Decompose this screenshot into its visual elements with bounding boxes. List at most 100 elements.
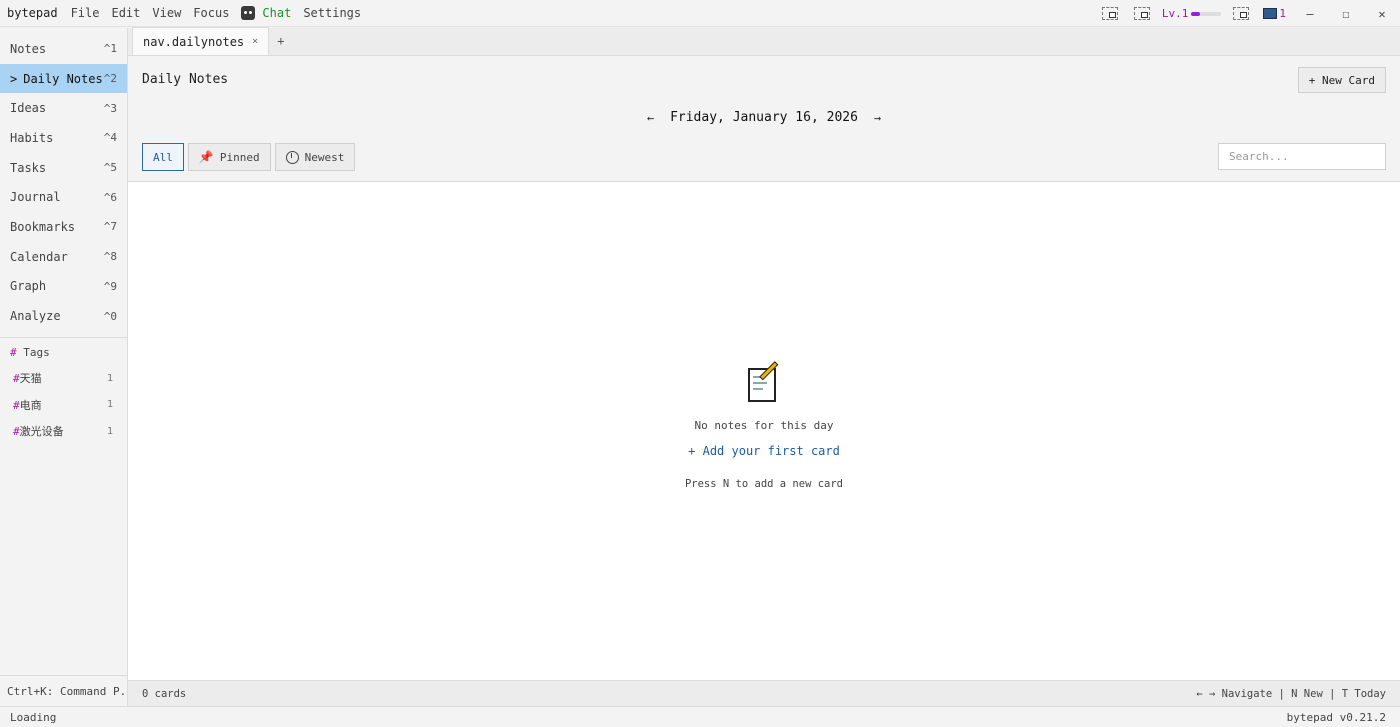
sidebar-item-habits[interactable]: Habits ^4 — [0, 123, 127, 153]
sidebar-item-label: Notes — [10, 41, 47, 56]
monitor-badge[interactable]: 1 — [1263, 7, 1286, 20]
main-panel: nav.dailynotes × + Daily Notes + New Car… — [128, 27, 1400, 706]
sidebar-item-label: Calendar — [10, 249, 68, 264]
menu-chat-label: Chat — [262, 6, 292, 20]
menu-view[interactable]: View — [146, 6, 187, 20]
sidebar-item-label: Daily Notes — [23, 71, 103, 86]
sidebar-item-journal[interactable]: Journal ^6 — [0, 182, 127, 212]
tag-name: 激光设备 — [19, 425, 64, 439]
sidebar-item-shortcut: ^7 — [103, 220, 117, 234]
level-progress-bar — [1191, 11, 1222, 16]
sidebar-item-shortcut: ^5 — [103, 161, 117, 175]
sidebar-item-bookmarks[interactable]: Bookmarks ^7 — [0, 212, 127, 242]
tag-name: 电商 — [19, 398, 42, 412]
sidebar-item-label: Habits — [10, 130, 54, 145]
title-controls: Lv.1 1 — ☐ ✕ — [1094, 0, 1400, 27]
hash-icon: # — [13, 398, 20, 412]
tag-count: 1 — [106, 372, 113, 384]
filter-all-label: All — [153, 150, 173, 164]
filter-pinned-button[interactable]: 📌 Pinned — [187, 143, 271, 171]
level-progress-fill — [1191, 11, 1201, 16]
page-title: Daily Notes — [142, 72, 229, 87]
clock-icon — [285, 150, 299, 164]
menu-edit[interactable]: Edit — [105, 6, 146, 20]
status-bar: Loading bytepad v0.21.2 — [0, 706, 1400, 727]
page-header: Daily Notes + New Card ← Friday, January… — [128, 56, 1400, 182]
active-caret-icon: > — [10, 71, 18, 86]
empty-hint: Press N to add a new card — [684, 478, 844, 490]
filter-group: All 📌 Pinned Newest — [142, 143, 359, 171]
app-version: bytepad v0.21.2 — [1286, 710, 1386, 724]
menu-settings[interactable]: Settings — [297, 6, 367, 20]
tab-label: nav.dailynotes — [143, 34, 245, 49]
sidebar-item-label: Graph — [10, 279, 47, 294]
tag-item[interactable]: #激光设备 1 — [0, 418, 127, 445]
add-first-card-link[interactable]: + Add your first card — [688, 444, 840, 458]
close-window-button[interactable]: ✕ — [1364, 7, 1400, 21]
maximize-button[interactable]: ☐ — [1328, 7, 1364, 21]
minimize-button[interactable]: — — [1292, 7, 1328, 21]
layout-toggle-icon[interactable] — [1101, 7, 1118, 20]
sidebar-item-notes[interactable]: Notes ^1 — [0, 34, 127, 64]
sidebar-item-shortcut: ^6 — [103, 190, 117, 204]
sidebar-item-label: Analyze — [10, 309, 61, 324]
sidebar-item-daily-notes[interactable]: > Daily Notes ^2 — [0, 63, 127, 94]
add-tab-button[interactable]: + — [269, 27, 292, 55]
sidebar-nav: Notes ^1 > Daily Notes ^2 Ideas ^3 Habits… — [0, 28, 127, 331]
hash-icon: # — [13, 425, 20, 439]
level-badge[interactable]: Lv.1 — [1162, 7, 1222, 20]
filter-newest-label: Newest — [304, 150, 345, 164]
tag-item[interactable]: #天猫 1 — [0, 365, 127, 392]
menu-chat[interactable]: Chat — [235, 6, 297, 20]
empty-state: No notes for this day + Add your first c… — [128, 361, 1400, 490]
sidebar-item-ideas[interactable]: Ideas ^3 — [0, 93, 127, 123]
date-navigator: ← Friday, January 16, 2026 → — [128, 110, 1400, 125]
empty-message: No notes for this day — [694, 419, 834, 432]
new-card-button[interactable]: + New Card — [1297, 67, 1386, 93]
pin-icon: 📌 — [198, 150, 214, 164]
sidebar-item-analyze[interactable]: Analyze ^0 — [0, 301, 127, 331]
sidebar-item-shortcut: ^2 — [103, 72, 117, 86]
sidebar-item-shortcut: ^0 — [103, 309, 117, 323]
sidebar: Notes ^1 > Daily Notes ^2 Ideas ^3 Habits… — [0, 28, 128, 706]
current-date: Friday, January 16, 2026 — [670, 110, 858, 125]
window-icon[interactable] — [1233, 7, 1250, 20]
tag-count: 1 — [106, 425, 113, 437]
search-input[interactable] — [1218, 143, 1386, 170]
tab-dailynotes[interactable]: nav.dailynotes × — [132, 27, 270, 55]
memo-icon — [747, 361, 781, 404]
prev-day-button[interactable]: ← — [637, 111, 664, 125]
menu-focus[interactable]: Focus — [187, 6, 235, 20]
sidebar-item-label: Bookmarks — [10, 219, 76, 234]
hash-icon: # — [10, 345, 17, 359]
status-text: Loading — [10, 710, 57, 724]
monitor-count: 1 — [1279, 7, 1286, 20]
menu-bar: File Edit View Focus Chat Settings — [65, 6, 368, 20]
keyboard-shortcuts-hint: ← → Navigate | N New | T Today — [1196, 687, 1386, 700]
close-icon[interactable]: × — [252, 36, 258, 47]
sidebar-item-calendar[interactable]: Calendar ^8 — [0, 242, 127, 272]
sidebar-item-shortcut: ^8 — [103, 250, 117, 264]
sidebar-item-label: Tasks — [10, 160, 47, 175]
cards-area: No notes for this day + Add your first c… — [128, 182, 1400, 680]
tag-count: 1 — [106, 399, 113, 411]
sidebar-item-tasks[interactable]: Tasks ^5 — [0, 153, 127, 183]
menu-file[interactable]: File — [65, 6, 106, 20]
tag-item[interactable]: #电商 1 — [0, 391, 127, 418]
filter-newest-button[interactable]: Newest — [274, 143, 356, 171]
panel-toggle-icon[interactable] — [1133, 7, 1150, 20]
sidebar-item-label: Journal — [10, 190, 61, 205]
monitor-icon — [1263, 8, 1278, 19]
filter-pinned-label: Pinned — [219, 150, 260, 164]
main-footer: 0 cards ← → Navigate | N New | T Today — [128, 680, 1400, 706]
tag-name: 天猫 — [19, 372, 42, 386]
app-name: bytepad — [7, 6, 58, 20]
sidebar-item-graph[interactable]: Graph ^9 — [0, 272, 127, 302]
level-label: Lv.1 — [1161, 7, 1189, 20]
filter-all-button[interactable]: All — [142, 143, 184, 171]
sidebar-item-shortcut: ^3 — [103, 101, 117, 115]
next-day-button[interactable]: → — [864, 111, 891, 125]
sidebar-item-shortcut: ^9 — [103, 279, 117, 293]
command-palette-hint[interactable]: Ctrl+K: Command P... — [0, 675, 127, 706]
sidebar-item-shortcut: ^1 — [103, 42, 117, 56]
